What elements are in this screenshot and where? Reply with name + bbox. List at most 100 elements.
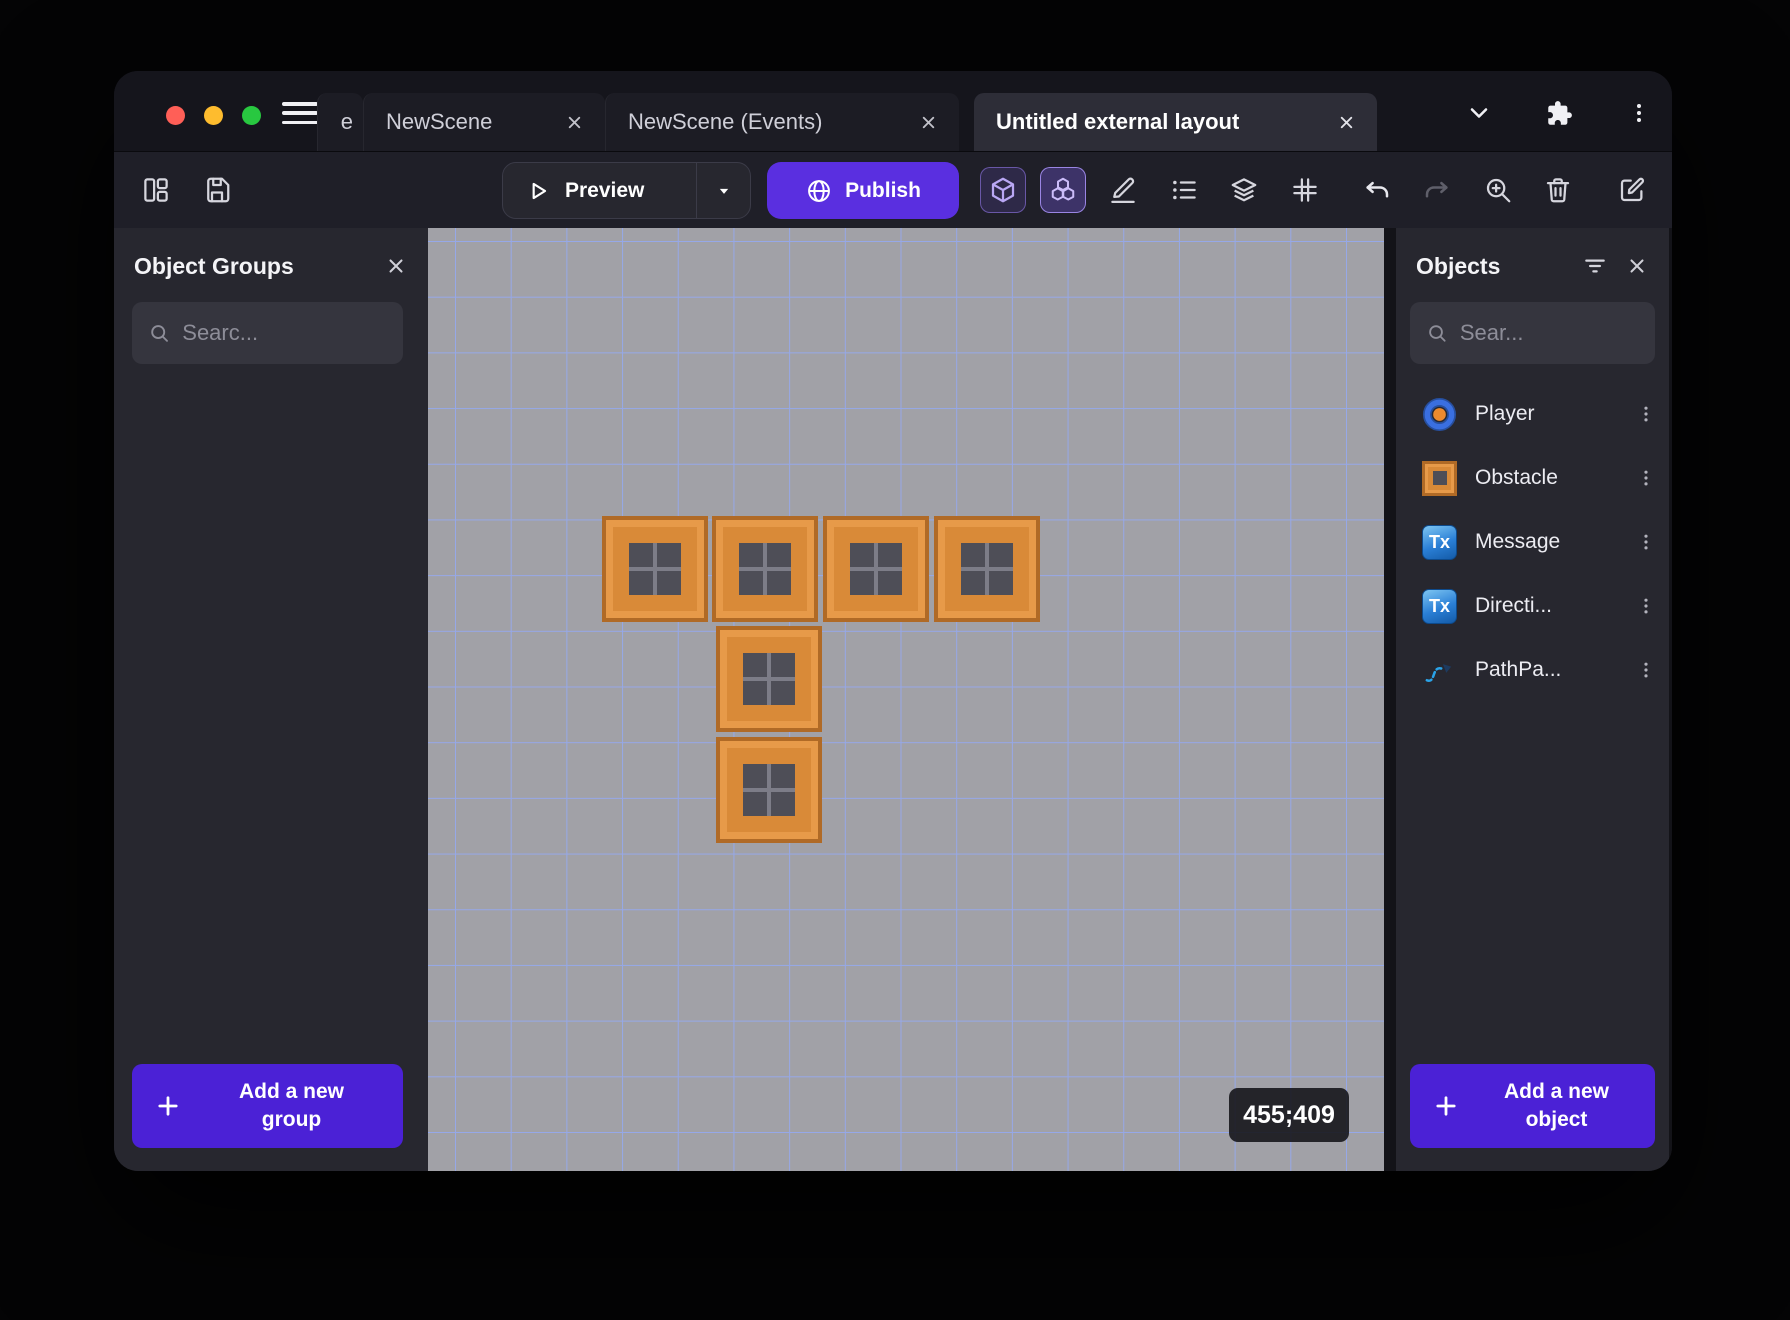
object-menu-button[interactable]	[1629, 589, 1663, 623]
puzzle-icon	[1547, 100, 1572, 125]
panel-title: Objects	[1416, 252, 1501, 279]
plus-icon	[1436, 1096, 1456, 1116]
filter-objects-button[interactable]	[1577, 248, 1613, 284]
redo-icon	[1425, 181, 1448, 198]
search-input[interactable]	[1459, 320, 1639, 346]
app-window: e NewScene NewScene (Events) Untitled ex…	[114, 71, 1672, 1171]
tab-truncated[interactable]: e	[317, 93, 363, 151]
objects-list: Player Obstacle Tx Message Tx Directi...…	[1396, 385, 1669, 699]
close-tab-icon[interactable]	[559, 107, 589, 137]
zoom-window-button[interactable]	[242, 106, 261, 125]
layers-button[interactable]	[1221, 167, 1267, 213]
zoom-button[interactable]	[1475, 167, 1521, 213]
add-object-label-line2: object	[1525, 1108, 1588, 1131]
canvas-instances	[428, 228, 1384, 1171]
object-menu-button[interactable]	[1629, 653, 1663, 687]
caret-down-icon	[719, 188, 728, 194]
kebab-menu-icon	[1644, 470, 1648, 486]
tab-label: Untitled external layout	[996, 109, 1240, 134]
chevron-down-icon	[1470, 108, 1488, 118]
object-name: Player	[1475, 402, 1535, 425]
kebab-menu-icon	[1644, 662, 1648, 678]
obstacle-icon	[1422, 460, 1457, 496]
edit-note-icon	[1620, 177, 1645, 202]
kebab-menu-icon	[1644, 598, 1648, 614]
undo-button[interactable]	[1354, 167, 1400, 213]
close-tab-icon[interactable]	[1331, 107, 1361, 137]
obstacle-core	[743, 764, 795, 816]
close-icon	[1630, 259, 1644, 273]
add-group-label-line2: group	[261, 1108, 322, 1131]
window-kebab-menu-button[interactable]	[1619, 93, 1659, 133]
window-controls	[166, 106, 261, 125]
object-row-player[interactable]: Player	[1396, 385, 1669, 443]
extensions-button[interactable]	[1539, 93, 1579, 133]
tab-untitled-external-layout[interactable]: Untitled external layout	[974, 93, 1377, 151]
preview-button[interactable]: Preview	[502, 162, 751, 219]
tab-bar: e NewScene NewScene (Events) Untitled ex…	[114, 71, 1672, 151]
add-group-button[interactable]: Add a new group	[132, 1064, 403, 1148]
close-panel-button[interactable]	[1619, 248, 1655, 284]
minimize-window-button[interactable]	[204, 106, 223, 125]
player-icon	[1422, 397, 1457, 431]
object-name: PathPa...	[1475, 658, 1562, 681]
save-icon	[207, 177, 230, 203]
project-manager-button[interactable]	[133, 167, 179, 213]
obstacle-instance[interactable]	[716, 626, 822, 732]
object-row-pathpaint[interactable]: PathPa...	[1396, 641, 1669, 699]
edit-3d-view-button[interactable]	[980, 167, 1026, 213]
object-name: Message	[1475, 530, 1561, 553]
object-groups-search	[132, 302, 403, 364]
object-menu-button[interactable]	[1629, 461, 1663, 495]
obstacle-instance[interactable]	[716, 737, 822, 843]
publish-button[interactable]: Publish	[767, 162, 959, 219]
object-groups-header: Object Groups	[134, 244, 414, 288]
instances-list-button[interactable]	[1161, 167, 1207, 213]
tab-newscene-events[interactable]: NewScene (Events)	[605, 93, 959, 151]
redo-button[interactable]	[1414, 167, 1460, 213]
object-name: Directi...	[1475, 594, 1553, 617]
preview-dropdown-toggle[interactable]	[696, 163, 750, 218]
object-row-directions[interactable]: Tx Directi...	[1396, 577, 1669, 635]
close-tab-icon[interactable]	[913, 107, 943, 137]
scene-canvas[interactable]: 455;409	[428, 228, 1384, 1171]
close-window-button[interactable]	[166, 106, 185, 125]
save-button[interactable]	[194, 167, 240, 213]
toolbar: Preview Publish	[114, 151, 1672, 228]
add-object-button[interactable]: Add a new object	[1410, 1064, 1655, 1148]
add-group-label: Add a new group	[188, 1078, 395, 1135]
add-object-label-line1: Add a new	[1503, 1079, 1609, 1103]
add-object-label: Add a new object	[1466, 1078, 1647, 1135]
tab-newscene[interactable]: NewScene	[363, 93, 605, 151]
close-panel-button[interactable]	[378, 248, 414, 284]
tab-overflow-button[interactable]	[1459, 93, 1499, 133]
cubes-stack-icon	[1051, 177, 1075, 201]
text-object-glyph: Tx	[1428, 531, 1450, 552]
main-menu-button[interactable]	[282, 102, 318, 124]
filter-list-icon	[1585, 259, 1605, 273]
path-icon	[1425, 663, 1452, 682]
delete-button[interactable]	[1535, 167, 1581, 213]
globe-icon	[808, 179, 830, 202]
obstacle-core	[850, 543, 902, 595]
edit-objects-button[interactable]	[1040, 167, 1086, 213]
grid-toggle-button[interactable]	[1282, 167, 1328, 213]
obstacle-instance[interactable]	[823, 516, 929, 622]
close-icon	[1340, 116, 1352, 128]
edit-scene-button[interactable]	[1609, 167, 1655, 213]
search-icon	[1429, 325, 1446, 342]
obstacle-instance[interactable]	[602, 516, 708, 622]
tab-label: e	[340, 109, 353, 134]
obstacle-instance[interactable]	[712, 516, 818, 622]
object-menu-button[interactable]	[1629, 397, 1663, 431]
plus-icon	[158, 1096, 178, 1116]
object-row-obstacle[interactable]: Obstacle	[1396, 449, 1669, 507]
object-menu-button[interactable]	[1629, 525, 1663, 559]
obstacle-instance[interactable]	[934, 516, 1040, 622]
play-icon	[525, 178, 551, 204]
object-row-message[interactable]: Tx Message	[1396, 513, 1669, 571]
objects-panel: Objects Player	[1396, 228, 1669, 1171]
search-input[interactable]	[182, 320, 387, 346]
zoom-in-icon	[1486, 178, 1511, 203]
edit-properties-button[interactable]	[1100, 167, 1146, 213]
